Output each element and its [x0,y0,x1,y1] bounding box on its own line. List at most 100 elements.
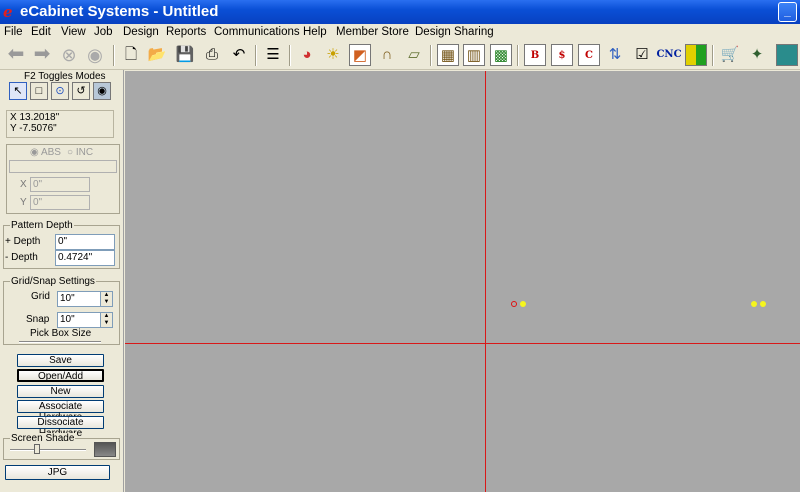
screen-shade-thumb[interactable] [34,444,40,454]
eye-view-icon[interactable]: ◉ [93,82,111,100]
open-add-button[interactable]: Open/Add [17,369,104,382]
screen-shade-slider[interactable] [10,449,86,451]
toolbar-separator [113,45,115,66]
x-axis-line [125,343,800,344]
x-entry-label: X [20,179,27,190]
grid-snap-group: Grid/Snap Settings Grid 10" ▲ ▼ Snap 10" … [3,276,120,345]
screen-display-icon[interactable] [776,44,798,66]
pick-box-slider[interactable] [19,341,101,343]
circle-mode-icon[interactable]: ⊙ [51,82,69,100]
snap-point[interactable] [760,301,766,307]
y-axis-line [485,71,486,492]
snap-label: Snap [26,314,50,325]
save-button[interactable]: Save [17,354,104,367]
snap-input[interactable]: 10" [57,312,101,328]
screen-shade-title: Screen Shade [10,433,76,445]
associate-hardware-button[interactable]: Associate Hardware [17,400,104,423]
coord-x: X 13.2018" [10,112,60,123]
report-cost-icon[interactable]: $ [551,44,573,66]
plus-depth-input[interactable]: 0" [55,234,115,250]
menu-help[interactable]: Help [303,25,327,40]
rectangle-mode-icon[interactable]: □ [30,82,48,100]
snap-point[interactable] [520,301,526,307]
snap-spinner[interactable]: ▲ ▼ [100,312,113,328]
y-entry-label: Y [20,197,27,208]
handshake-icon[interactable]: ✦ [746,44,768,66]
toolbar: ⬅ ➡ ⊗ ◉ 🗋 📂 💾 ⎙ ↶ ☰ ◕ ☀ ◩ ∩ ▱ ▦ ▥ ▩ B $ … [0,41,800,70]
gradient-panel-icon[interactable]: ◩ [349,44,371,66]
radio-abs[interactable]: ◉ ABS [30,147,61,159]
rotate-mode-icon[interactable]: ↺ [72,82,90,100]
print-icon[interactable]: ⎙ [201,44,223,66]
select-arrow-icon[interactable]: ↖ [9,82,27,100]
report-c-icon[interactable]: C [578,44,600,66]
title-bar: e eCabinet Systems - Untitled _ [0,0,800,24]
minus-depth-label: - Depth [5,252,38,263]
coordinate-entry-group: ◉ ABS ○ INC X 0" Y 0" [6,144,120,214]
menu-member-store[interactable]: Member Store [336,25,409,40]
x-entry-input[interactable]: 0" [30,177,90,192]
toolbar-separator [517,45,519,66]
jpg-button[interactable]: JPG [5,465,110,480]
pattern-depth-title: Pattern Depth [10,220,74,232]
menu-design[interactable]: Design [123,25,159,40]
forward-arrow-icon[interactable]: ➡ [31,44,53,66]
plus-depth-label: + Depth [5,236,41,247]
transfer-arrows-icon[interactable]: ⇅ [604,44,626,66]
new-button[interactable]: New [17,385,104,398]
toolbar-separator [289,45,291,66]
toolbar-separator [255,45,257,66]
y-entry-input[interactable]: 0" [30,195,90,210]
back-arrow-icon[interactable]: ⬅ [5,44,27,66]
minus-depth-input[interactable]: 0.4724" [55,250,115,266]
stop-circle-icon[interactable]: ◉ [84,44,106,66]
settings-sliders-icon[interactable]: ☰ [262,44,284,66]
pick-box-label: Pick Box Size [30,328,92,339]
arch-door-icon[interactable]: ∩ [376,44,398,66]
abs-label: ABS [40,147,61,158]
layout-grid-icon[interactable] [685,44,707,66]
window-title: eCabinet Systems - Untitled [20,3,219,20]
new-file-icon[interactable]: 🗋 [120,44,142,66]
menu-job[interactable]: Job [94,25,113,40]
dissociate-hardware-button[interactable]: Dissociate Hardware [17,416,104,439]
coordinate-readout: X 13.2018" Y -7.5076" [6,110,114,138]
cabinet-grid-icon[interactable]: ▩ [490,44,512,66]
menu-file[interactable]: File [4,25,23,40]
menu-bar: File Edit View Job Design Reports Commun… [0,24,800,41]
menu-communications[interactable]: Communications [214,25,300,40]
cancel-circle-icon[interactable]: ⊗ [58,44,80,66]
snap-point[interactable] [751,301,757,307]
minimize-button[interactable]: _ [778,2,797,22]
toolbar-separator [712,45,714,66]
color-palette-icon[interactable]: ◕ [296,44,318,66]
menu-view[interactable]: View [61,25,86,40]
coord-y: Y -7.5076" [10,123,57,134]
origin-marker-point[interactable] [511,301,517,307]
grid-label: Grid [31,291,50,302]
cabinet-double-icon[interactable]: ▥ [463,44,485,66]
cnc-button[interactable]: CNC [656,44,682,66]
grid-input[interactable]: 10" [57,291,101,307]
app-logo-icon: e [3,3,13,21]
sun-light-icon[interactable]: ☀ [322,44,344,66]
save-disk-icon[interactable]: 💾 [174,44,196,66]
report-b-icon[interactable]: B [524,44,546,66]
shopping-cart-icon[interactable]: 🛒 [719,44,741,66]
grid-spinner[interactable]: ▲ ▼ [100,291,113,307]
undo-icon[interactable]: ↶ [228,44,250,66]
pattern-depth-group: Pattern Depth + Depth 0" - Depth 0.4724" [3,220,120,269]
drawing-canvas[interactable] [125,71,800,492]
radio-inc[interactable]: ○ INC [67,147,93,159]
shade-preview-swatch[interactable] [94,442,116,457]
coordinate-command-input[interactable] [9,160,117,173]
menu-edit[interactable]: Edit [31,25,51,40]
open-folder-icon[interactable]: 📂 [146,44,168,66]
checklist-icon[interactable]: ☑ [631,44,653,66]
menu-design-sharing[interactable]: Design Sharing [415,25,494,40]
board-material-icon[interactable]: ▱ [403,44,425,66]
screen-shade-group: Screen Shade [3,433,120,460]
menu-reports[interactable]: Reports [166,25,206,40]
cabinet-icon[interactable]: ▦ [437,44,459,66]
toolbar-separator [430,45,432,66]
